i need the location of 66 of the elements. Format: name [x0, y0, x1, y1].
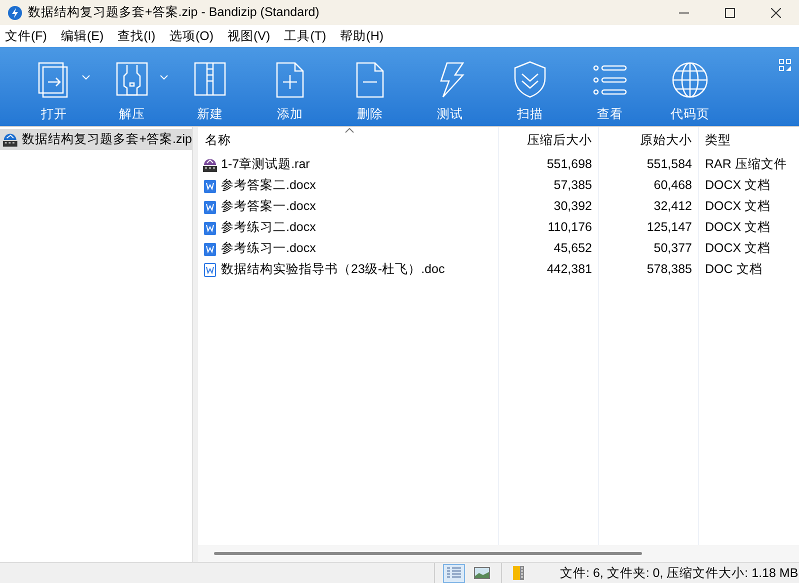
archive-icon[interactable] [512, 565, 526, 581]
word-file-icon [202, 220, 218, 236]
status-text: 文件: 6, 文件夹: 0, 压缩文件大小: 1.18 MB [560, 564, 798, 582]
word-file-icon [202, 178, 218, 194]
table-cell-text: DOCX 文档 [704, 219, 771, 236]
table-cell-text: 110,176 [546, 219, 593, 236]
file-name[interactable]: 参考答案二.docx [221, 176, 316, 195]
app-logo-icon [8, 6, 22, 20]
column-header[interactable]: 原始大小 [598, 131, 698, 150]
table-cell-text: 50,377 [652, 240, 693, 258]
table-cell-text: 551,584 [646, 156, 693, 174]
table-cell-text: 442,381 [546, 261, 593, 278]
rar-file-icon [202, 156, 218, 172]
table-cell-text: RAR 压缩文件 [704, 156, 787, 174]
details-list-icon [446, 567, 462, 579]
toolbar-button[interactable]: 代码页 [669, 47, 711, 124]
word-file-icon [202, 240, 218, 256]
word-file-icon [202, 198, 218, 214]
menu-item[interactable]: 编辑(E) [58, 26, 106, 46]
file-name[interactable]: 参考练习一.docx [221, 239, 316, 258]
tree-item[interactable]: 数据结构复习题多套+答案.zip [0, 129, 192, 150]
table-cell-text: DOC 文档 [704, 261, 762, 278]
table-cell-text: DOCX 文档 [704, 177, 771, 194]
toolbar-button[interactable]: 解压 [111, 47, 153, 124]
caret-icon[interactable] [82, 75, 90, 80]
menu-item[interactable]: 文件(F) [3, 26, 49, 46]
table-cell-text: 551,698 [546, 156, 593, 174]
file-name[interactable]: 参考答案一.docx [221, 197, 316, 216]
table-cell-text: DOCX 文档 [704, 198, 771, 216]
table-cell-text: 60,468 [652, 177, 693, 194]
toolbar-button[interactable]: 查看 [589, 47, 631, 124]
toolbar-button[interactable]: 添加 [269, 47, 311, 124]
scrollbar-thumb[interactable] [214, 552, 642, 555]
toolbar-button[interactable]: 删除 [349, 47, 391, 124]
table-cell-text: 45,652 [552, 240, 593, 258]
image-icon [474, 567, 490, 579]
table-cell-text: 578,385 [646, 261, 693, 278]
caret-icon[interactable] [160, 75, 168, 80]
column-header[interactable]: 类型 [698, 131, 731, 150]
maximize-icon [725, 8, 735, 18]
close-icon [771, 8, 781, 18]
table-cell-text: DOCX 文档 [704, 240, 771, 258]
column-header[interactable]: 压缩后大小 [498, 131, 598, 150]
file-name[interactable]: 1-7章测试题.rar [221, 155, 310, 174]
menu-item[interactable]: 选项(O) [167, 26, 216, 46]
table-cell-text: 30,392 [552, 198, 593, 216]
table-cell-text: 125,147 [646, 219, 693, 236]
horizontal-scrollbar[interactable] [198, 545, 799, 562]
menu-item[interactable]: 工具(T) [282, 26, 328, 46]
zip-file-icon [2, 132, 18, 148]
toolbar-button[interactable]: 打开 [33, 47, 75, 124]
menu-item[interactable]: 帮助(H) [338, 26, 386, 46]
window-title: 数据结构复习题多套+答案.zip - Bandizip (Standard) [28, 4, 320, 22]
column-header[interactable]: 名称 [198, 131, 498, 150]
menu-item[interactable]: 查找(I) [116, 26, 158, 46]
table-cell-text: 57,385 [552, 177, 593, 194]
file-name[interactable]: 参考练习二.docx [221, 218, 316, 237]
details-view-button[interactable] [443, 564, 465, 582]
toolbar-button[interactable]: 扫描 [509, 47, 551, 124]
word-file-icon [202, 262, 218, 278]
layout-icon[interactable] [779, 59, 791, 71]
table-cell-text: 32,412 [652, 198, 693, 216]
menu-item[interactable]: 视图(V) [226, 26, 272, 46]
file-name[interactable]: 数据结构实验指导书（23级-杜飞）.doc [221, 260, 445, 279]
toolbar-button[interactable]: 新建 [189, 47, 231, 124]
toolbar-button[interactable]: 测试 [429, 47, 471, 124]
